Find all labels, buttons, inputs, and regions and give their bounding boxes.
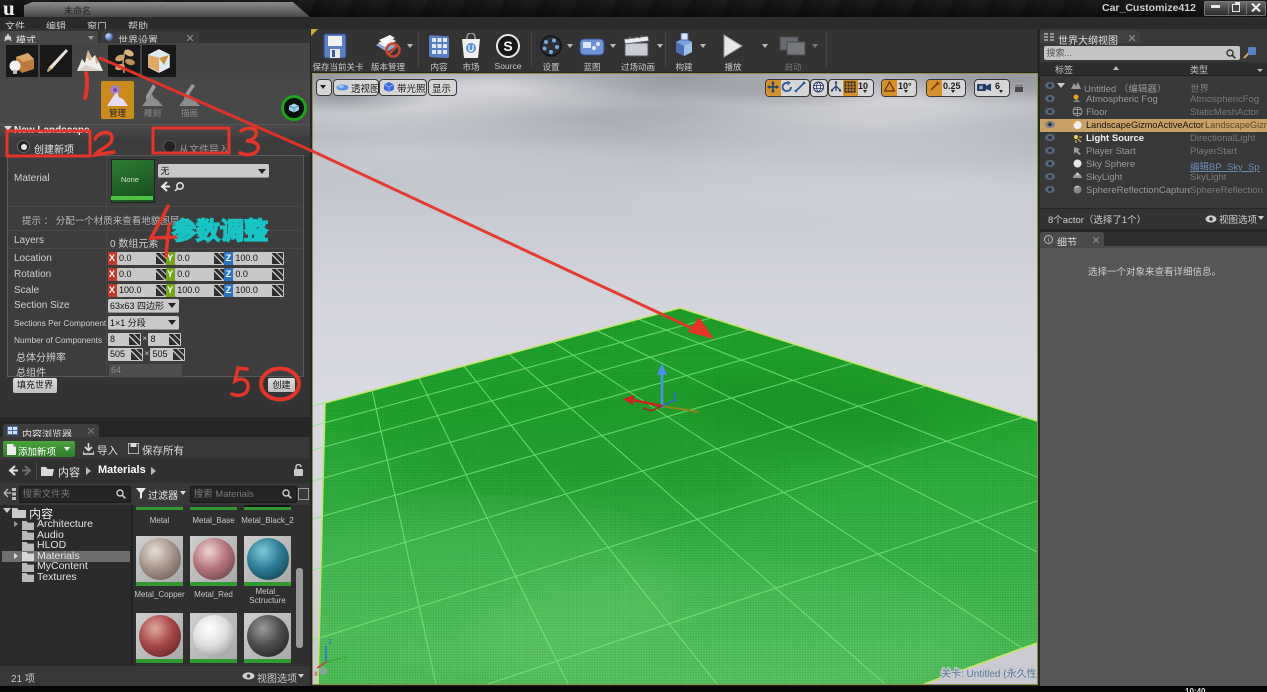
svg-text:i: i xyxy=(1048,237,1049,244)
svg-text:S: S xyxy=(503,38,512,54)
svg-text:x: x xyxy=(314,669,318,678)
svg-text:z: z xyxy=(328,637,332,646)
svg-text:关卡: Untitled (永久性): 关卡: Untitled (永久性) xyxy=(941,667,1037,680)
svg-text:y: y xyxy=(343,653,347,662)
